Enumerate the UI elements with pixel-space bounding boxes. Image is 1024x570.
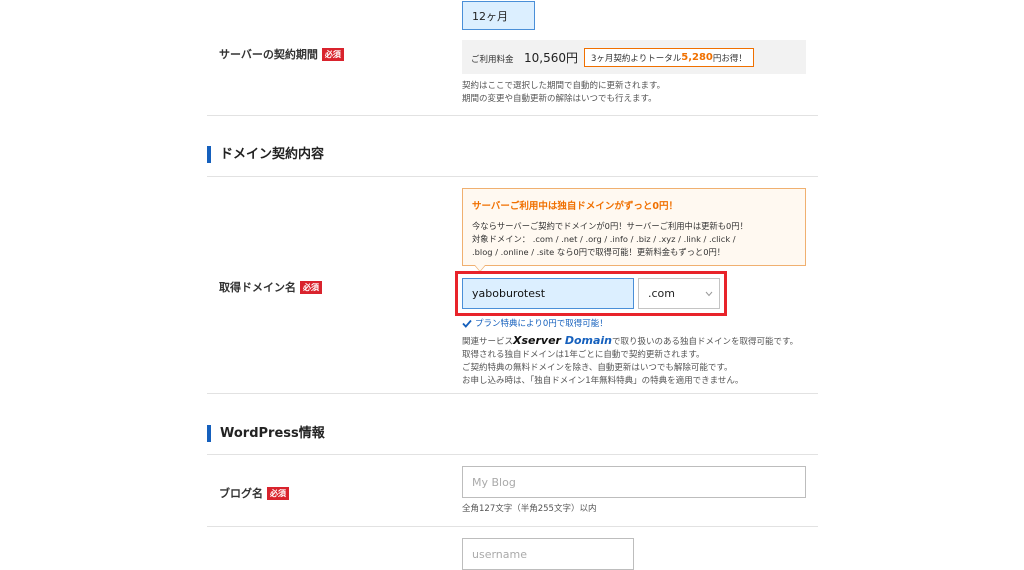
contract-period-label: サーバーの契約期間 必須 [219, 46, 344, 62]
wordpress-section-title: WordPress情報 [207, 425, 325, 442]
tld-selected-value: .com [648, 287, 675, 300]
domain-notice-box: サーバーご利用中は独自ドメインがずっと0円！ 今ならサーバーご契約でドメインが0… [462, 188, 806, 266]
chevron-down-icon [705, 291, 713, 297]
blog-name-input[interactable]: My Blog [462, 466, 806, 498]
divider [207, 393, 818, 394]
domain-name-label: 取得ドメイン名 必須 [219, 279, 322, 295]
required-badge: 必須 [300, 281, 322, 294]
contract-period-select[interactable]: 12ヶ月 [462, 1, 535, 30]
domain-status: プラン特典により0円で取得可能！ [462, 317, 608, 329]
fee-box: ご利用料金 10,560円 3ヶ月契約よりトータル 5,280 円お得！ [462, 40, 806, 74]
fee-value: 10,560円 [524, 51, 578, 65]
domain-section-title: ドメイン契約内容 [207, 146, 324, 163]
tld-select[interactable]: .com [638, 278, 720, 309]
promo-badge: 3ヶ月契約よりトータル 5,280 円お得！ [584, 48, 754, 67]
blog-name-label: ブログ名 必須 [219, 485, 289, 501]
contract-period-value: 12ヶ月 [472, 9, 508, 23]
username-placeholder: username [472, 547, 527, 561]
divider [207, 176, 818, 177]
divider [207, 526, 818, 527]
divider [207, 115, 818, 116]
check-icon [462, 319, 472, 328]
fee-label: ご利用料金 [471, 55, 514, 65]
username-input[interactable]: username [462, 538, 634, 570]
domain-name-input[interactable]: yaboburotest [462, 278, 634, 309]
xserver-domain-logo: Xserver Domain [513, 334, 613, 347]
domain-name-value: yaboburotest [472, 287, 546, 300]
divider [207, 454, 818, 455]
domain-notice-text: 今ならサーバーご契約でドメインが0円！サーバーご利用中は更新も0円！ 対象ドメイ… [472, 221, 748, 257]
blog-name-placeholder: My Blog [472, 475, 516, 489]
domain-info-text: 関連サービスXserver Domainで取り扱いのある独自ドメインを取得可能で… [462, 334, 799, 386]
required-badge: 必須 [267, 487, 289, 500]
contract-note: 契約はここで選択した期間で自動的に更新されます。 期間の変更や自動更新の解除はい… [462, 81, 666, 104]
domain-notice-title: サーバーご利用中は独自ドメインがずっと0円！ [472, 201, 679, 212]
blog-name-note: 全角127文字（半角255文字）以内 [462, 504, 597, 514]
required-badge: 必須 [321, 48, 344, 61]
